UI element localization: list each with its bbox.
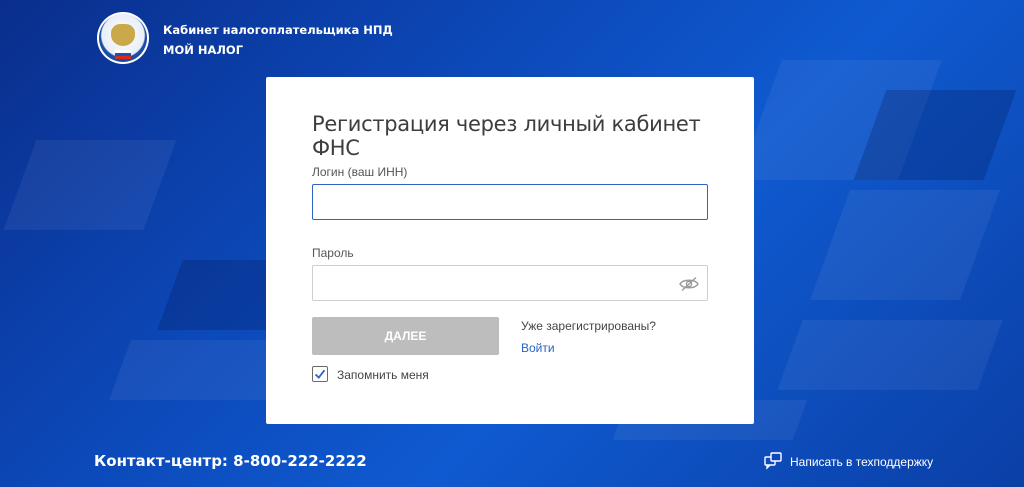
submit-button[interactable]: ДАЛЕЕ <box>312 317 499 355</box>
fns-logo <box>97 12 149 64</box>
login-link[interactable]: Войти <box>521 341 555 355</box>
background-shape <box>3 140 177 230</box>
already-registered-text: Уже зарегистрированы? <box>521 319 656 333</box>
app-title: Кабинет налогоплательщика НПД <box>163 23 393 37</box>
app-subtitle: МОЙ НАЛОГ <box>163 43 244 57</box>
login-input[interactable] <box>312 184 708 220</box>
password-input[interactable] <box>312 265 708 301</box>
header: Кабинет налогоплательщика НПД МОЙ НАЛОГ <box>163 20 393 60</box>
chat-icon[interactable] <box>764 452 782 470</box>
contact-center: Контакт-центр: 8-800-222-2222 <box>94 452 367 470</box>
page-title: Регистрация через личный кабинет ФНС <box>312 112 701 160</box>
background-shape <box>809 190 1001 300</box>
checkmark-icon <box>314 369 326 379</box>
eagle-emblem-icon <box>111 24 135 46</box>
support-link[interactable]: Написать в техподдержку <box>790 455 933 469</box>
login-label: Логин (ваш ИНН) <box>312 165 408 179</box>
password-label: Пароль <box>312 246 354 260</box>
background-shape <box>777 320 1003 390</box>
remember-checkbox[interactable] <box>312 366 328 382</box>
eye-off-icon[interactable] <box>679 276 699 292</box>
flag-icon <box>115 50 131 59</box>
remember-label[interactable]: Запомнить меня <box>337 368 429 382</box>
registration-card: Регистрация через личный кабинет ФНС Лог… <box>266 77 754 424</box>
